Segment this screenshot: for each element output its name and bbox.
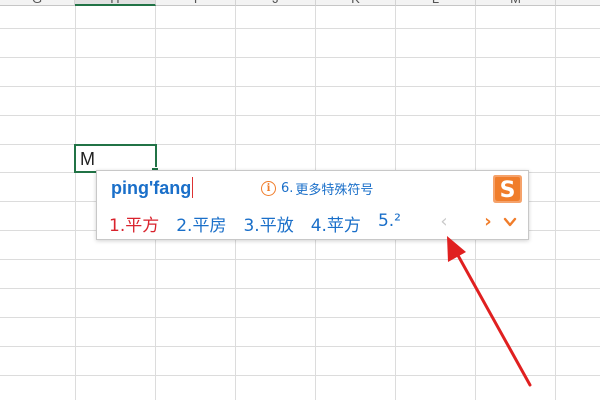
grid-line <box>0 259 600 260</box>
chevron-left-icon[interactable]: ‹ <box>437 211 451 232</box>
tip-text: 更多特殊符号 <box>295 183 374 198</box>
column-header-label: I <box>156 0 235 5</box>
grid-line <box>75 6 76 400</box>
special-symbols-tip[interactable]: i 6. 更多特殊符号 <box>261 179 373 198</box>
ime-composition: ping'fang <box>111 177 194 199</box>
ime-composition-text: ping'fang <box>111 178 192 198</box>
grid-line <box>0 86 600 87</box>
grid-line <box>555 6 556 400</box>
column-header-i[interactable]: I <box>156 0 236 6</box>
svg-text:S: S <box>500 178 516 203</box>
grid-line <box>0 375 600 376</box>
candidate-2[interactable]: 2.平房 <box>176 211 226 236</box>
column-header-l[interactable]: L <box>396 0 476 6</box>
candidate-1[interactable]: 1.平方 <box>109 211 159 236</box>
grid-line <box>0 28 600 29</box>
cell-input-text: M <box>80 149 95 169</box>
ime-candidate-window: ping'fang i 6. 更多特殊符号 S 1.平方 2.平房 3.平放 4… <box>96 170 529 240</box>
column-header-label: K <box>316 0 395 5</box>
grid-line <box>0 115 600 116</box>
info-icon: i <box>261 181 276 196</box>
candidate-3[interactable]: 3.平放 <box>243 211 293 236</box>
candidate-list: 1.平方 2.平房 3.平放 4.苹方 5.² <box>109 211 418 236</box>
column-header-label: J <box>236 0 315 5</box>
column-header-next[interactable] <box>556 0 600 6</box>
text-caret <box>192 177 194 198</box>
sogou-logo-icon[interactable]: S <box>490 173 524 205</box>
grid-line <box>0 57 600 58</box>
column-header-j[interactable]: J <box>236 0 316 6</box>
tip-index: 6. <box>281 181 294 196</box>
column-header-label: G <box>0 0 74 5</box>
candidate-4[interactable]: 4.苹方 <box>311 211 361 236</box>
grid-line <box>0 346 600 347</box>
column-header-label: H <box>75 0 155 4</box>
candidate-5[interactable]: 5.² <box>378 211 401 236</box>
grid-line <box>0 288 600 289</box>
grid-line <box>0 317 600 318</box>
column-header-label: L <box>396 0 475 5</box>
column-header-label: M <box>476 0 555 5</box>
column-header-h[interactable]: H <box>75 0 156 6</box>
chevron-down-icon[interactable] <box>503 215 517 229</box>
active-cell[interactable]: M <box>74 144 159 175</box>
column-header-k[interactable]: K <box>316 0 396 6</box>
column-header-g[interactable]: G <box>0 0 75 6</box>
column-header-m[interactable]: M <box>476 0 556 6</box>
chevron-right-icon[interactable]: › <box>481 211 495 232</box>
